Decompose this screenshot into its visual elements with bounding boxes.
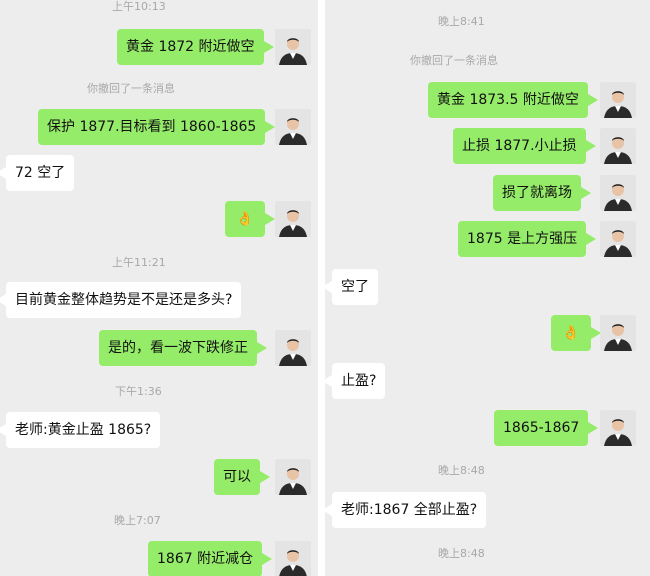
timestamp: 下午1:36 <box>115 385 162 398</box>
message-bubble-in[interactable]: 空了 <box>325 269 378 305</box>
timestamp: 上午11:21 <box>112 256 166 269</box>
message-bubble-out[interactable]: 可以 <box>214 459 270 495</box>
message-bubble-in[interactable]: 72 空了 <box>0 155 75 191</box>
user-avatar-icon[interactable] <box>275 541 311 576</box>
user-avatar-icon[interactable] <box>275 201 311 237</box>
user-avatar-icon[interactable] <box>275 330 311 366</box>
panel-divider <box>318 0 325 576</box>
user-avatar-icon[interactable] <box>275 109 311 145</box>
chat-panel-right[interactable]: 晚上8:41 你撤回了一条消息 黄金 1873.5 附近做空 止损 1877.小… <box>325 0 650 576</box>
user-avatar-icon[interactable] <box>600 410 636 446</box>
message-bubble-out[interactable]: 黄金 1873.5 附近做空 <box>428 82 598 118</box>
recall-notice: 你撤回了一条消息 <box>87 82 175 95</box>
user-avatar-icon[interactable] <box>600 221 636 257</box>
message-bubble-out[interactable]: 黄金 1872 附近做空 <box>117 29 274 65</box>
user-avatar-icon[interactable] <box>275 459 311 495</box>
message-bubble-out[interactable]: 保护 1877.目标看到 1860-1865 <box>38 109 276 145</box>
message-bubble-in[interactable]: 老师:1867 全部止盈? <box>325 492 487 528</box>
message-bubble-out[interactable]: 止损 1877.小止损 <box>453 128 596 164</box>
message-bubble-out[interactable]: 损了就离场 <box>493 175 591 211</box>
chat-panel-left[interactable]: 上午10:13 黄金 1872 附近做空 你撤回了一条消息 保护 1877.目标… <box>0 0 318 576</box>
user-avatar-icon[interactable] <box>275 29 311 65</box>
timestamp: 晚上7:07 <box>114 514 161 527</box>
ok-hand-emoji[interactable]: 👌 <box>225 201 275 237</box>
timestamp: 上午10:13 <box>112 0 166 13</box>
message-bubble-out[interactable]: 1867 附近减仓 <box>148 541 273 576</box>
message-bubble-out[interactable]: 1875 是上方强压 <box>458 221 597 257</box>
ok-hand-emoji[interactable]: 👌 <box>551 315 601 351</box>
message-bubble-in[interactable]: 老师:黄金止盈 1865? <box>0 412 161 448</box>
message-bubble-out[interactable]: 是的，看一波下跌修正 <box>99 330 267 366</box>
message-bubble-in[interactable]: 目前黄金整体趋势是不是还是多头? <box>0 282 242 318</box>
timestamp: 晚上8:48 <box>438 547 485 560</box>
user-avatar-icon[interactable] <box>600 315 636 351</box>
recall-notice: 你撤回了一条消息 <box>410 54 498 67</box>
user-avatar-icon[interactable] <box>600 82 636 118</box>
user-avatar-icon[interactable] <box>600 175 636 211</box>
message-bubble-in[interactable]: 止盈? <box>325 363 386 399</box>
user-avatar-icon[interactable] <box>600 128 636 164</box>
timestamp: 晚上8:48 <box>438 464 485 477</box>
message-bubble-out[interactable]: 1865-1867 <box>494 410 599 446</box>
timestamp: 晚上8:41 <box>438 15 485 28</box>
